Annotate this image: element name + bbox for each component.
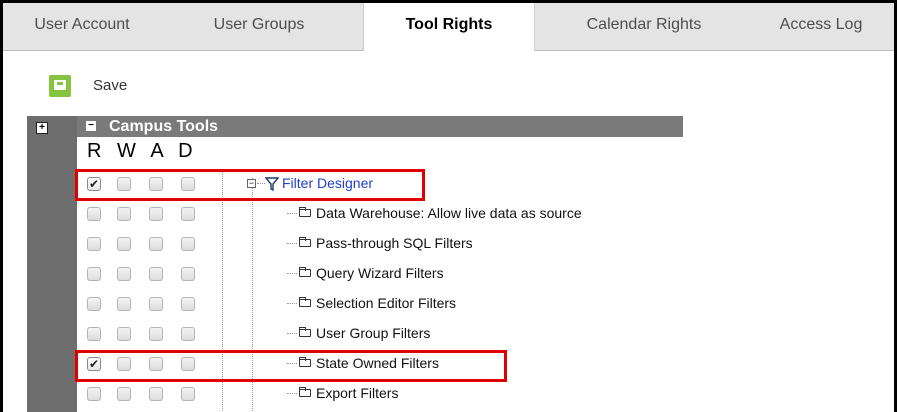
right-r-checkbox[interactable] [87,327,101,341]
category-header: − Campus Tools [77,116,683,137]
tool-row: ✔ State Owned Filters [77,351,677,381]
folder-icon [299,357,311,367]
save-icon[interactable] [49,75,71,97]
right-a-checkbox[interactable] [149,237,163,251]
tool-row: Export Filters [77,381,677,411]
right-d-checkbox[interactable] [181,297,195,311]
tool-label[interactable]: Export Filters [316,385,398,401]
tool-label-filter-designer[interactable]: Filter Designer [282,175,373,191]
right-r-checkbox[interactable] [87,297,101,311]
tree-sidebar: + [27,116,77,412]
expand-all-icon[interactable]: + [36,122,48,134]
folder-icon [299,237,311,247]
folder-icon [299,327,311,337]
right-d-checkbox[interactable] [181,237,195,251]
right-w-checkbox[interactable] [117,357,131,371]
right-r-checkbox[interactable] [87,387,101,401]
right-a-checkbox[interactable] [149,297,163,311]
tab-bar: User Account User Groups Tool Rights Cal… [3,3,894,51]
right-w-checkbox[interactable] [117,297,131,311]
right-a-checkbox[interactable] [149,207,163,221]
tab-access-log[interactable]: Access Log [751,3,891,50]
tab-user-account[interactable]: User Account [3,3,161,50]
right-r-checkbox[interactable] [87,237,101,251]
rights-column-header: R W A D [87,140,198,162]
right-w-checkbox[interactable] [117,387,131,401]
tab-user-groups[interactable]: User Groups [179,3,339,50]
tool-row: Pass-through SQL Filters [77,231,677,261]
folder-icon [299,267,311,277]
collapse-node-icon[interactable]: − [247,179,256,188]
right-w-checkbox[interactable] [117,177,131,191]
tab-tool-rights[interactable]: Tool Rights [363,3,535,51]
tree-connector [287,303,297,304]
tool-row: User Group Filters [77,321,677,351]
right-a-checkbox[interactable] [149,327,163,341]
right-d-checkbox[interactable] [181,387,195,401]
right-r-checkbox[interactable] [87,267,101,281]
tool-row: Query Wizard Filters [77,261,677,291]
rights-header-labels: R W A D [87,140,198,162]
right-a-checkbox[interactable] [149,357,163,371]
right-d-checkbox[interactable] [181,207,195,221]
right-r-checkbox[interactable]: ✔ [87,357,101,371]
tree-connector [287,213,297,214]
tree-connector [287,273,297,274]
tree-connector [287,393,297,394]
collapse-category-icon[interactable]: − [86,121,96,131]
folder-icon [299,207,311,217]
right-w-checkbox[interactable] [117,327,131,341]
tool-label[interactable]: User Group Filters [316,325,430,341]
right-d-checkbox[interactable] [181,357,195,371]
right-r-checkbox[interactable] [87,207,101,221]
tool-label[interactable]: Query Wizard Filters [316,265,444,281]
right-d-checkbox[interactable] [181,177,195,191]
tree-connector [257,183,265,184]
right-a-checkbox[interactable] [149,387,163,401]
folder-icon [299,297,311,307]
tree-connector [287,363,297,364]
right-w-checkbox[interactable] [117,267,131,281]
tool-rights-window: User Account User Groups Tool Rights Cal… [0,0,897,412]
right-a-checkbox[interactable] [149,177,163,191]
right-d-checkbox[interactable] [181,267,195,281]
right-w-checkbox[interactable] [117,237,131,251]
save-button[interactable]: Save [93,77,127,94]
right-d-checkbox[interactable] [181,327,195,341]
right-w-checkbox[interactable] [117,207,131,221]
folder-icon [299,387,311,397]
tool-row: Data Warehouse: Allow live data as sourc… [77,201,677,231]
tree-connector [287,243,297,244]
tool-row: Selection Editor Filters [77,291,677,321]
tree-connector [287,333,297,334]
right-r-checkbox[interactable]: ✔ [87,177,101,191]
tool-label[interactable]: State Owned Filters [316,355,439,371]
tool-row-filter-designer: ✔ − Filter Designer [77,171,677,201]
tool-label[interactable]: Selection Editor Filters [316,295,456,311]
category-title: Campus Tools [109,118,219,135]
tool-label[interactable]: Pass-through SQL Filters [316,235,473,251]
right-a-checkbox[interactable] [149,267,163,281]
tool-label[interactable]: Data Warehouse: Allow live data as sourc… [316,205,582,221]
filter-icon [265,177,279,191]
tab-calendar-rights[interactable]: Calendar Rights [559,3,729,50]
